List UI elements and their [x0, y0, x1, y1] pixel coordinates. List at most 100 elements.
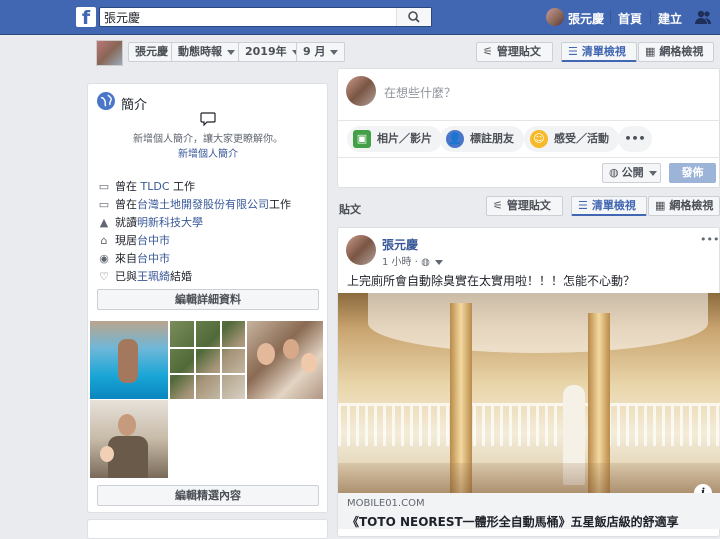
- search-input[interactable]: [104, 8, 394, 26]
- facebook-logo[interactable]: f: [76, 7, 96, 27]
- face: [118, 414, 136, 436]
- list-view-label: 清單檢視: [581, 45, 626, 58]
- globe-icon: [97, 92, 115, 110]
- audience-selector[interactable]: ◍ 公開: [602, 163, 661, 183]
- intro-title: 簡介: [121, 98, 148, 113]
- more-options-button[interactable]: •••: [618, 126, 652, 152]
- location-pin-icon: ◉: [99, 252, 109, 265]
- subbar-name-button[interactable]: 張元慶: [128, 42, 175, 62]
- tag-friends-icon: 👤: [446, 130, 464, 148]
- chevron-down-icon: [434, 259, 443, 265]
- collage-divider: [170, 347, 245, 349]
- list-view-button[interactable]: ☰ 清單檢視: [571, 196, 647, 216]
- top-nav-bar: f 張元慶 首頁 建立: [0, 0, 720, 35]
- manage-posts-button[interactable]: ⚟ 管理貼文: [476, 42, 553, 62]
- face: [257, 343, 275, 365]
- composer-divider: [338, 157, 720, 158]
- intro-row-link[interactable]: 王珮綺: [137, 270, 170, 283]
- search-box[interactable]: [99, 7, 432, 27]
- featured-photo[interactable]: [247, 321, 323, 399]
- list-view-button[interactable]: ☰ 清單檢視: [561, 42, 637, 62]
- feeling-label: 感受／活動: [554, 132, 609, 145]
- posts-header-title: 貼文: [339, 203, 361, 216]
- grid-view-button[interactable]: ▦ 網格檢視: [638, 42, 714, 62]
- intro-row-link[interactable]: 台中市: [137, 234, 170, 247]
- manage-posts-button[interactable]: ⚟ 管理貼文: [486, 196, 563, 216]
- collage-divider: [194, 321, 196, 399]
- chevron-down-icon: [330, 49, 339, 55]
- link-title[interactable]: 《TOTO NEOREST一體形全自動馬桶》五星飯店級的舒適享: [347, 513, 717, 530]
- composer-avatar: [346, 76, 376, 106]
- briefcase-icon: ▭: [98, 198, 110, 211]
- tag-friends-button[interactable]: 👤 標註朋友: [440, 126, 524, 152]
- featured-photo[interactable]: [90, 321, 168, 399]
- month-dropdown[interactable]: 9 月: [296, 42, 346, 62]
- featured-photo[interactable]: [90, 400, 168, 478]
- intro-row-link[interactable]: 台灣土地開發股份有限公司: [137, 198, 269, 211]
- grid-view-icon: ▦: [655, 199, 666, 212]
- intro-relationship-row: ♡ 已與王珮綺結婚: [97, 268, 192, 284]
- collage-divider: [170, 373, 245, 375]
- post-time: 1 小時: [382, 257, 412, 268]
- search-icon: [408, 11, 420, 23]
- intro-row-text: 結婚: [170, 270, 192, 283]
- post-button[interactable]: 發佈: [669, 163, 716, 183]
- manage-posts-label: 管理貼文: [506, 199, 551, 212]
- nav-profile-link[interactable]: 張元慶: [568, 10, 604, 27]
- floor: [338, 463, 720, 493]
- subbar-avatar[interactable]: [96, 40, 123, 66]
- manage-posts-icon: ⚟: [493, 199, 503, 212]
- list-view-icon: ☰: [568, 45, 578, 58]
- intro-row-text: 就讀: [115, 216, 137, 229]
- intro-work-row: ▭ 曾在 TLDC 工作: [97, 178, 195, 194]
- post-menu-button[interactable]: •••: [700, 233, 719, 246]
- photo-video-label: 相片／影片: [377, 132, 432, 145]
- featured-photo[interactable]: [170, 321, 245, 399]
- heart-icon: ♡: [99, 270, 109, 283]
- intro-education-row: ▲ 就讀明新科技大學: [97, 214, 203, 230]
- photo-video-button[interactable]: ▣ 相片／影片: [347, 126, 442, 152]
- chevron-down-icon: [227, 49, 235, 55]
- intro-row-link[interactable]: 明新科技大學: [137, 216, 203, 229]
- post-author-avatar[interactable]: [346, 235, 376, 265]
- manage-posts-icon: ⚟: [483, 45, 493, 58]
- intro-row-text: 工作: [169, 180, 195, 193]
- grid-view-label: 網格檢視: [659, 45, 704, 58]
- nav-home-link[interactable]: 首頁: [618, 10, 642, 27]
- manage-posts-label: 管理貼文: [496, 45, 541, 58]
- year-label: 2019年: [245, 45, 287, 58]
- link-preview-image[interactable]: [338, 293, 720, 493]
- grid-view-icon: ▦: [645, 45, 656, 58]
- feeling-button[interactable]: ☺ 感受／活動: [524, 126, 619, 152]
- nav-avatar[interactable]: [546, 8, 564, 26]
- intro-row-link[interactable]: 台中市: [137, 252, 170, 265]
- edit-details-button[interactable]: 編輯詳細資料: [97, 289, 319, 310]
- face: [283, 339, 299, 359]
- post-timestamp[interactable]: 1 小時 · ◍: [382, 253, 443, 268]
- person-figure: [118, 339, 138, 383]
- add-bio-link[interactable]: 新增個人簡介: [88, 145, 328, 160]
- ceiling: [368, 293, 708, 353]
- list-view-label: 清單檢視: [591, 199, 636, 212]
- next-card: [87, 519, 328, 539]
- photo-icon: ▣: [353, 130, 371, 148]
- list-view-icon: ☰: [578, 199, 588, 212]
- post-author-name[interactable]: 張元慶: [382, 236, 418, 253]
- globe-icon: ◍: [421, 257, 430, 268]
- intro-prompt: 新增個人簡介，讓大家更瞭解你。: [133, 134, 283, 145]
- timeline-dropdown[interactable]: 動態時報: [171, 42, 242, 62]
- briefcase-icon: ▭: [98, 180, 110, 193]
- intro-row-link[interactable]: TLDC: [141, 180, 170, 193]
- nav-create-link[interactable]: 建立: [658, 10, 682, 27]
- timeline-label: 動態時報: [178, 45, 222, 58]
- chevron-down-icon: [648, 170, 657, 176]
- home-icon: ⌂: [100, 234, 108, 247]
- friends-icon[interactable]: [694, 8, 712, 26]
- tag-friends-label: 標註朋友: [470, 132, 514, 145]
- grid-view-button[interactable]: ▦ 網格檢視: [648, 196, 720, 216]
- post-text: 上完廁所會自動除臭實在太實用啦！！！怎能不心動？: [347, 274, 636, 288]
- composer-input[interactable]: 在想些什麼？: [384, 84, 456, 101]
- edit-featured-button[interactable]: 編輯精選內容: [97, 485, 319, 506]
- search-button[interactable]: [396, 8, 431, 26]
- globe-icon: ◍: [609, 166, 619, 179]
